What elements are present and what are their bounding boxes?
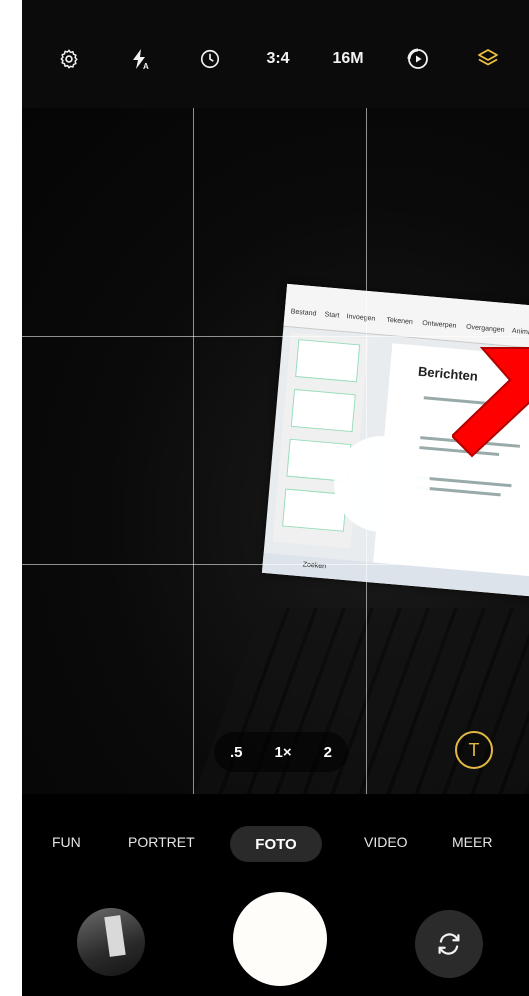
camera-modes: FUN PORTRET FOTO VIDEO MEER [22, 826, 529, 866]
timer-icon[interactable] [195, 44, 225, 74]
red-arrow-annotation [452, 347, 529, 458]
gear-icon[interactable] [54, 44, 84, 74]
motion-photo-icon[interactable] [402, 44, 434, 74]
zoom-option[interactable]: .5 [230, 744, 243, 761]
ribbon-tab: Overgangen [465, 323, 505, 335]
grid-line-vertical [193, 108, 194, 794]
zoom-option[interactable]: 2 [324, 744, 332, 761]
gallery-preview-image [104, 915, 126, 957]
focus-indicator [334, 436, 430, 532]
aspect-ratio-button[interactable]: 3:4 [258, 44, 298, 74]
gallery-thumbnail[interactable] [77, 908, 145, 976]
text-scan-icon: T [468, 739, 480, 760]
scan-text-button[interactable]: T [455, 731, 493, 769]
ribbon-tab: Tekenen [386, 316, 414, 326]
svg-text:A: A [143, 62, 149, 71]
mode-video[interactable]: VIDEO [364, 834, 408, 850]
zoom-option-selected[interactable]: 1× [275, 744, 292, 761]
top-toolbar: A 3:4 16M [22, 0, 529, 108]
flash-auto-icon[interactable]: A [125, 44, 155, 74]
switch-camera-icon [438, 933, 460, 955]
ribbon-tab: Invoegen [346, 313, 376, 323]
ribbon-tab: Start [324, 311, 340, 320]
grid-line-horizontal [22, 564, 529, 565]
ribbon-tab: Ontwerpen [421, 319, 457, 330]
slide-thumb [290, 388, 356, 433]
taskbar-search: Zoeken [302, 561, 327, 571]
mode-foto[interactable]: FOTO [230, 826, 322, 862]
resolution-button[interactable]: 16M [328, 44, 368, 74]
shutter-button[interactable] [233, 892, 327, 986]
layers-icon[interactable] [472, 44, 504, 74]
camera-app: A 3:4 16M Bestand Start Invoegen Tekenen… [0, 0, 529, 996]
slide-thumb [295, 339, 361, 383]
screen-edge [0, 0, 22, 996]
grid-line-horizontal [22, 336, 529, 337]
mode-meer[interactable]: MEER [452, 834, 492, 850]
switch-camera-button[interactable] [415, 910, 483, 978]
zoom-selector: .5 1× 2 [214, 732, 348, 772]
mode-fun[interactable]: FUN [52, 834, 81, 850]
mode-portret[interactable]: PORTRET [128, 834, 195, 850]
camera-viewfinder[interactable]: Bestand Start Invoegen Tekenen Ontwerpen… [22, 108, 529, 794]
text-line [416, 475, 512, 488]
grid-line-vertical [366, 108, 367, 794]
ribbon-tab: Bestand [290, 308, 317, 318]
